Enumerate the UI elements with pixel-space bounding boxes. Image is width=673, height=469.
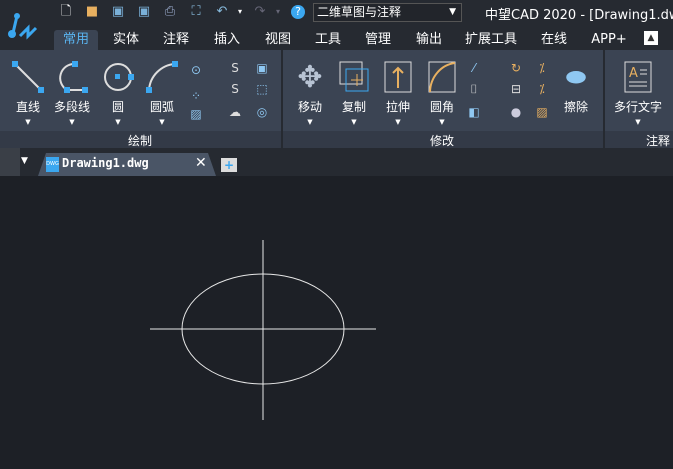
undo-dropdown-icon[interactable]: ▾ bbox=[232, 4, 248, 20]
mtext-button[interactable]: A 多行文字 ▼ bbox=[612, 60, 664, 126]
redo-icon[interactable]: ↷ bbox=[252, 4, 268, 20]
point-icon[interactable]: ⁘ bbox=[188, 88, 204, 104]
cloud-icon[interactable]: ☁ bbox=[227, 104, 243, 120]
undo-icon[interactable]: ↶ bbox=[214, 4, 230, 20]
ribbon-tabs: 常用 实体 注释 插入 视图 工具 管理 输出 扩展工具 在线 APP+ ▲ bbox=[50, 26, 673, 50]
new-tab-icon[interactable]: + bbox=[221, 158, 237, 172]
ellipse-icon[interactable]: ⊙ bbox=[188, 62, 204, 78]
mtext-label: 多行文字 bbox=[613, 100, 662, 114]
collapse-ribbon-icon[interactable]: ▲ bbox=[644, 31, 658, 45]
erase-button[interactable]: ⬬ 擦除 bbox=[554, 60, 598, 115]
chevron-down-icon: ▼ bbox=[449, 7, 456, 17]
svg-text:A: A bbox=[629, 66, 638, 81]
document-tab-label: Drawing1.dwg bbox=[62, 156, 149, 170]
app-logo[interactable] bbox=[0, 0, 50, 50]
document-tab[interactable]: DWG Drawing1.dwg ✕ bbox=[38, 153, 216, 176]
align-icon[interactable]: ⊟ bbox=[508, 81, 524, 97]
line-button[interactable]: 直线 ▼ bbox=[6, 60, 50, 126]
move-label: 移动 bbox=[297, 100, 322, 114]
copy-button[interactable]: 复制 ▼ bbox=[332, 60, 376, 126]
print-icon[interactable]: ⎙ bbox=[162, 4, 178, 20]
tab-home[interactable]: 常用 bbox=[54, 30, 98, 50]
tab-list-dropdown-icon[interactable]: ▼ bbox=[21, 156, 28, 166]
tab-manage[interactable]: 管理 bbox=[358, 30, 398, 50]
join-icon[interactable]: ⁒ bbox=[534, 81, 550, 97]
workspace-select[interactable]: 二维草图与注释 ▼ bbox=[313, 3, 462, 22]
arc-button[interactable]: 圆弧 ▼ bbox=[140, 60, 184, 126]
new-file-icon[interactable]: 🗋 bbox=[58, 4, 74, 20]
erase-label: 擦除 bbox=[563, 100, 588, 114]
polyline-label: 多段线 bbox=[53, 100, 90, 114]
zoom-extents-icon[interactable]: ⛶ bbox=[188, 4, 204, 20]
array-icon[interactable]: ◧ bbox=[466, 104, 482, 120]
tab-online[interactable]: 在线 bbox=[534, 30, 574, 50]
tab-output[interactable]: 输出 bbox=[409, 30, 449, 50]
drawing-canvas[interactable] bbox=[0, 176, 673, 469]
save-icon[interactable]: ▣ bbox=[110, 4, 126, 20]
tab-app-plus[interactable]: APP+ bbox=[586, 30, 632, 50]
open-folder-icon[interactable]: ■ bbox=[84, 4, 100, 20]
tab-solid[interactable]: 实体 bbox=[106, 30, 146, 50]
copy-label: 复制 bbox=[341, 100, 366, 114]
offset-icon[interactable]: ⌷ bbox=[466, 81, 482, 97]
circle-label: 圆 bbox=[111, 100, 124, 114]
window-title: 中望CAD 2020 - [Drawing1.dwg] bbox=[485, 8, 673, 23]
stretch-label: 拉伸 bbox=[385, 100, 410, 114]
rotate-icon[interactable]: ↻ bbox=[508, 60, 524, 76]
hatch-icon[interactable]: ▨ bbox=[188, 106, 204, 122]
panel-draw-label: 绘制 bbox=[128, 134, 153, 148]
stretch-button[interactable]: 拉伸 ▼ bbox=[376, 60, 420, 126]
eraser-icon: ⬬ bbox=[565, 63, 587, 91]
rectangle-icon[interactable]: ▣ bbox=[254, 60, 270, 76]
tab-tools[interactable]: 工具 bbox=[308, 30, 348, 50]
workspace-value: 二维草图与注释 bbox=[317, 5, 402, 19]
tab-extensions[interactable]: 扩展工具 bbox=[463, 30, 519, 50]
help-icon[interactable]: ? bbox=[291, 5, 305, 19]
document-tab-bar: ▼ DWG Drawing1.dwg ✕ + bbox=[0, 148, 673, 176]
tab-insert[interactable]: 插入 bbox=[207, 30, 247, 50]
trim-icon[interactable]: ⁄ bbox=[466, 60, 482, 76]
break-icon[interactable]: ⁒ bbox=[534, 60, 550, 76]
panel-modify-label: 修改 bbox=[430, 134, 455, 148]
edit-hatch-icon[interactable]: ▨ bbox=[534, 104, 550, 120]
panel-divider bbox=[603, 50, 605, 148]
revcloud-s-icon[interactable]: S bbox=[227, 81, 243, 97]
wipeout-icon[interactable]: ⬚ bbox=[254, 81, 270, 97]
tab-annotate[interactable]: 注释 bbox=[156, 30, 196, 50]
redo-dropdown-icon[interactable]: ▾ bbox=[270, 4, 286, 20]
dwg-file-icon: DWG bbox=[46, 157, 59, 172]
fillet-button[interactable]: 圆角 ▼ bbox=[420, 60, 464, 126]
arc-label: 圆弧 bbox=[149, 100, 174, 114]
polyline-button[interactable]: 多段线 ▼ bbox=[50, 60, 94, 126]
save-as-icon[interactable]: ▣ bbox=[136, 4, 152, 20]
panel-labels: 绘制 修改 注释 bbox=[0, 131, 673, 148]
tab-strip-handle bbox=[0, 148, 20, 176]
circle-button[interactable]: 圆 ▼ bbox=[96, 60, 140, 126]
ribbon: 直线 ▼ 多段线 ▼ 圆 ▼ 圆弧 ▼ ⊙ ⁘ ▨ S S ☁ ▣ ⬚ ◎ ✥ 移动 ▼ 复… bbox=[0, 50, 673, 131]
spline-icon[interactable]: S bbox=[227, 60, 243, 76]
tab-view[interactable]: 视图 bbox=[258, 30, 298, 50]
panel-divider bbox=[281, 50, 283, 148]
line-label: 直线 bbox=[15, 100, 40, 114]
explode-icon[interactable]: ● bbox=[508, 104, 524, 120]
move-icon: ✥ bbox=[297, 59, 323, 95]
donut-icon[interactable]: ◎ bbox=[254, 104, 270, 120]
move-button[interactable]: ✥ 移动 ▼ bbox=[288, 59, 332, 127]
fillet-label: 圆角 bbox=[429, 100, 454, 114]
panel-annotate-label: 注释 bbox=[646, 134, 671, 148]
close-tab-icon[interactable]: ✕ bbox=[195, 155, 207, 171]
